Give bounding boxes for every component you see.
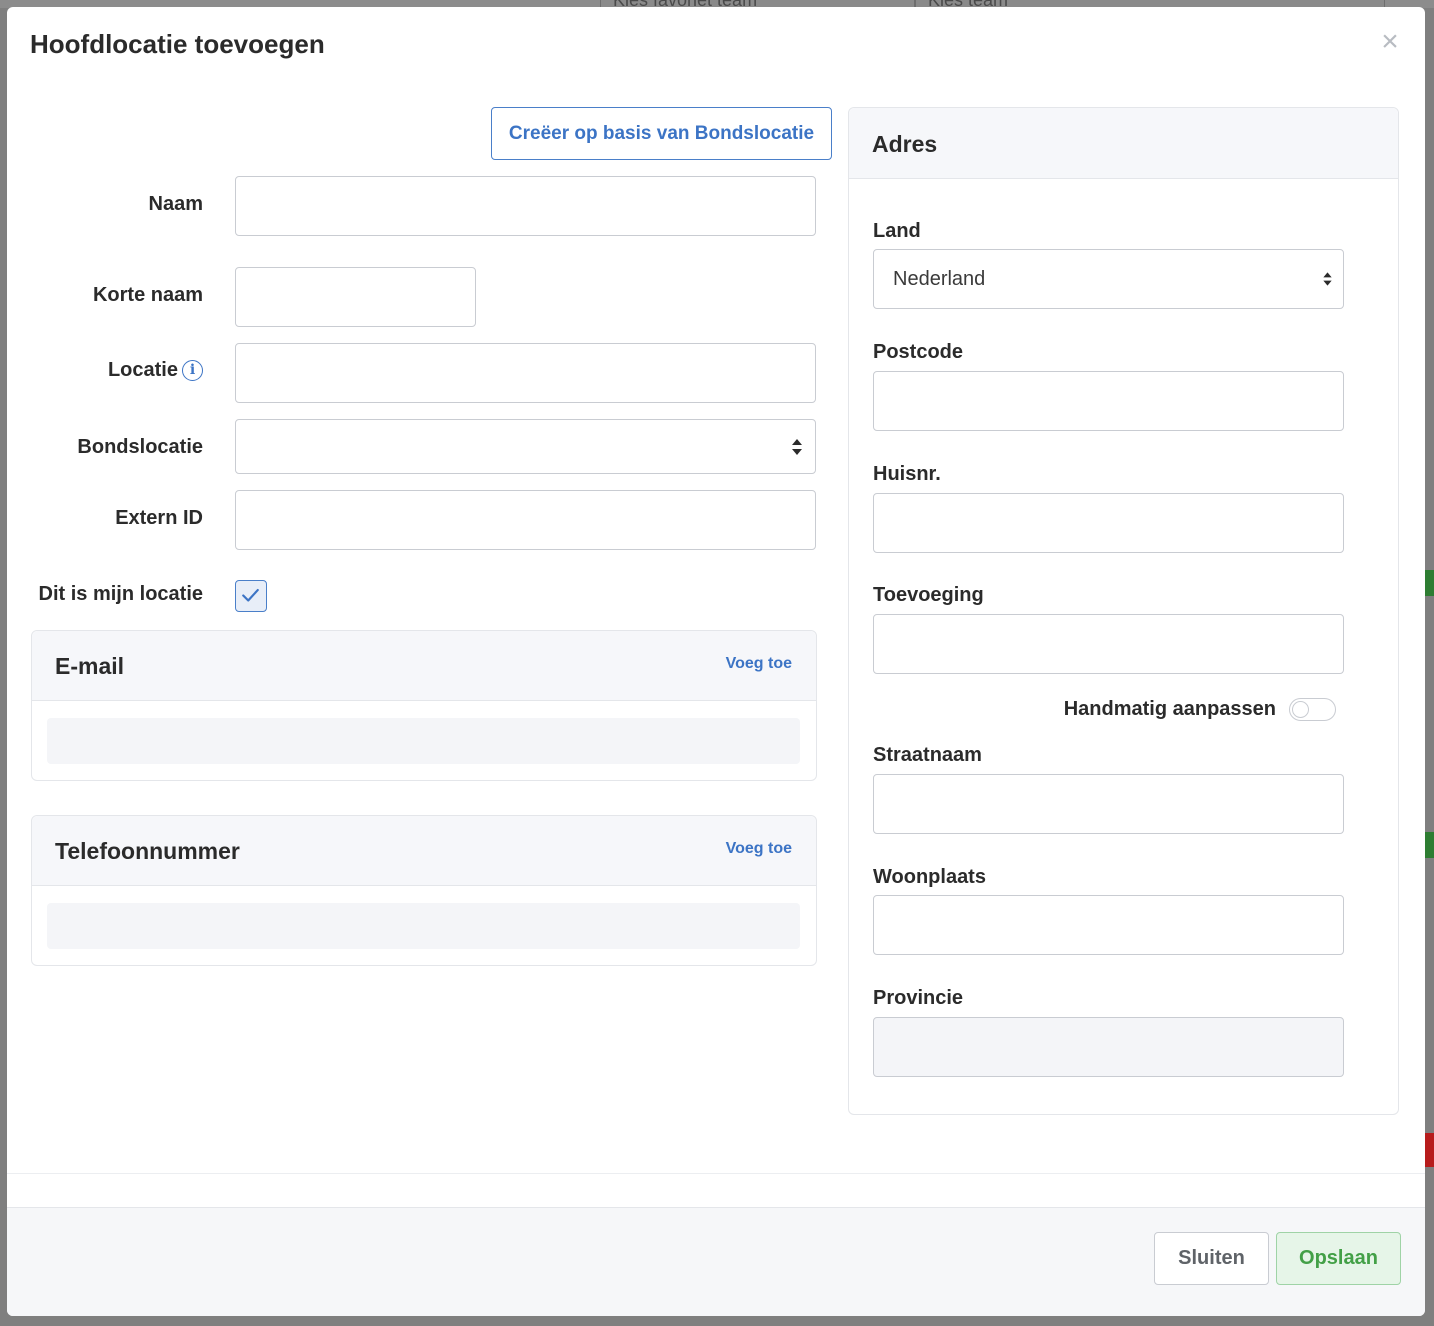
dit-is-mijn-locatie-label: Dit is mijn locatie — [38, 583, 203, 605]
toevoeging-input[interactable] — [873, 614, 1344, 674]
phone-add-link[interactable]: Voeg toe — [726, 840, 792, 858]
handmatig-aanpassen-toggle[interactable] — [1289, 698, 1336, 721]
add-main-location-modal: Hoofdlocatie toevoegen × Creëer op basis… — [7, 7, 1425, 1316]
postcode-input[interactable] — [873, 371, 1344, 431]
postcode-label: Postcode — [873, 341, 964, 363]
phone-empty-list — [47, 903, 800, 949]
extern-id-label: Extern ID — [115, 507, 203, 529]
address-card: Adres Land Nederland Postcode Huisnr. To… — [848, 107, 1399, 1115]
naam-label: Naam — [148, 193, 203, 215]
email-card: E-mail Voeg toe — [31, 630, 817, 781]
modal-footer: Sluiten Opslaan — [7, 1207, 1425, 1316]
info-icon[interactable]: i — [182, 360, 203, 381]
checkmark-icon — [242, 588, 259, 602]
huisnr-input[interactable] — [873, 493, 1344, 553]
bondslocatie-label: Bondslocatie — [77, 436, 203, 458]
dit-is-mijn-locatie-checkbox[interactable] — [235, 580, 267, 612]
land-select-value: Nederland — [893, 268, 986, 290]
woonplaats-label: Woonplaats — [873, 866, 986, 888]
select-arrows-icon — [792, 438, 802, 455]
provincie-label: Provincie — [873, 987, 964, 1009]
huisnr-label: Huisnr. — [873, 463, 941, 485]
address-card-header: Adres — [849, 108, 1398, 179]
bondslocatie-select[interactable] — [235, 419, 816, 474]
handmatig-aanpassen-label: Handmatig aanpassen — [1063, 698, 1276, 720]
create-from-bondslocatie-button[interactable]: Creëer op basis van Bondslocatie — [491, 107, 832, 160]
straatnaam-label: Straatnaam — [873, 744, 982, 766]
extern-id-input[interactable] — [235, 490, 816, 550]
opslaan-button[interactable]: Opslaan — [1276, 1232, 1401, 1285]
locatie-label-group: Locatie i — [108, 359, 203, 382]
land-label: Land — [873, 220, 921, 242]
locatie-label: Locatie — [107, 359, 178, 381]
locatie-input[interactable] — [235, 343, 816, 403]
toevoeging-label: Toevoeging — [873, 584, 984, 606]
toggle-knob — [1292, 700, 1309, 718]
phone-card: Telefoonnummer Voeg toe — [31, 815, 817, 966]
select-arrows-icon — [1323, 272, 1332, 286]
address-card-title: Adres — [872, 131, 938, 157]
straatnaam-input[interactable] — [873, 774, 1344, 834]
korte-naam-label: Korte naam — [92, 284, 203, 306]
sluiten-button[interactable]: Sluiten — [1154, 1232, 1269, 1285]
email-add-link[interactable]: Voeg toe — [726, 655, 792, 673]
korte-naam-input[interactable] — [235, 267, 476, 327]
modal-header: Hoofdlocatie toevoegen × — [7, 7, 1425, 85]
phone-card-title: Telefoonnummer — [55, 838, 240, 864]
phone-card-header: Telefoonnummer Voeg toe — [32, 816, 816, 886]
email-card-header: E-mail Voeg toe — [32, 631, 816, 701]
modal-title: Hoofdlocatie toevoegen — [30, 29, 325, 59]
provincie-input — [873, 1017, 1344, 1077]
woonplaats-input[interactable] — [873, 895, 1344, 955]
email-card-title: E-mail — [55, 653, 125, 679]
footer-divider — [7, 1173, 1425, 1174]
naam-input[interactable] — [235, 176, 816, 236]
email-empty-list — [47, 718, 800, 764]
close-icon[interactable]: × — [1377, 27, 1403, 57]
land-select[interactable]: Nederland — [873, 249, 1344, 309]
